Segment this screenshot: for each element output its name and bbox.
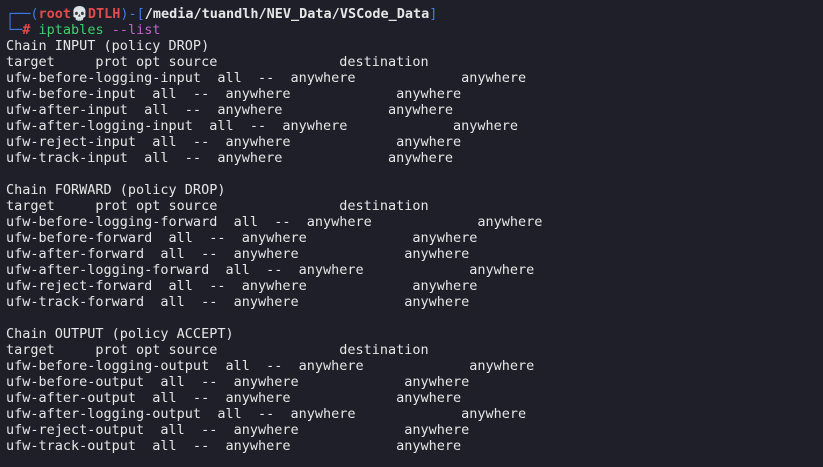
output-line: ufw-after-input all -- anywhere anywhere xyxy=(6,102,454,118)
output-blank-line xyxy=(6,166,823,182)
output-line: ufw-before-output all -- anywhere anywhe… xyxy=(6,374,470,390)
prompt-frame-mid: )-[ xyxy=(120,6,145,22)
output-line: ufw-after-logging-forward all -- anywher… xyxy=(6,262,535,278)
output-line: Chain FORWARD (policy DROP) xyxy=(6,182,226,198)
prompt-hash: # xyxy=(22,22,31,38)
command-output: Chain INPUT (policy DROP) target prot opt… xyxy=(6,38,823,454)
prompt-frame-open: ┌──( xyxy=(6,6,39,22)
output-line: ufw-after-logging-input all -- anywhere … xyxy=(6,118,519,134)
output-line: ufw-before-input all -- anywhere anywher… xyxy=(6,86,462,102)
output-line: ufw-before-forward all -- anywhere anywh… xyxy=(6,230,478,246)
output-line: ufw-reject-forward all -- anywhere anywh… xyxy=(6,278,478,294)
command-argument: --list xyxy=(111,22,161,38)
output-line: ufw-reject-input all -- anywhere anywher… xyxy=(6,134,462,150)
output-line: ufw-before-logging-forward all -- anywhe… xyxy=(6,214,543,230)
output-line: target prot opt source destination xyxy=(6,54,429,70)
output-line: Chain INPUT (policy DROP) xyxy=(6,38,210,54)
output-line: Chain OUTPUT (policy ACCEPT) xyxy=(6,326,234,342)
prompt-line-top: ┌──(root💀DTLH)-[/media/tuandlh/NEV_Data/… xyxy=(6,6,823,22)
output-line: ufw-track-output all -- anywhere anywher… xyxy=(6,438,462,454)
prompt-frame-close: ] xyxy=(429,6,438,22)
output-line: ufw-after-forward all -- anywhere anywhe… xyxy=(6,246,470,262)
output-line: target prot opt source destination xyxy=(6,342,429,358)
prompt-host: DTLH xyxy=(87,6,121,22)
command-name: iptables xyxy=(38,22,104,38)
output-line: ufw-reject-output all -- anywhere anywhe… xyxy=(6,422,470,438)
output-line: ufw-before-logging-output all -- anywher… xyxy=(6,358,535,374)
prompt-path: /media/tuandlh/NEV_Data/VSCode_Data xyxy=(144,6,430,22)
output-line: ufw-track-input all -- anywhere anywhere xyxy=(6,150,454,166)
output-line: ufw-after-logging-output all -- anywhere… xyxy=(6,406,527,422)
output-line: ufw-before-logging-input all -- anywhere… xyxy=(6,70,527,86)
output-line: target prot opt source destination xyxy=(6,198,429,214)
skull-icon: 💀 xyxy=(71,6,88,22)
output-blank-line xyxy=(6,310,823,326)
terminal-window[interactable]: ┌──(root💀DTLH)-[/media/tuandlh/NEV_Data/… xyxy=(0,0,823,467)
output-line: ufw-after-output all -- anywhere anywher… xyxy=(6,390,462,406)
prompt-frame-lower: └─ xyxy=(6,22,23,38)
prompt-user: root xyxy=(38,6,72,22)
output-line: ufw-track-forward all -- anywhere anywhe… xyxy=(6,294,470,310)
prompt-line-command[interactable]: └─# iptables --list xyxy=(6,22,823,38)
